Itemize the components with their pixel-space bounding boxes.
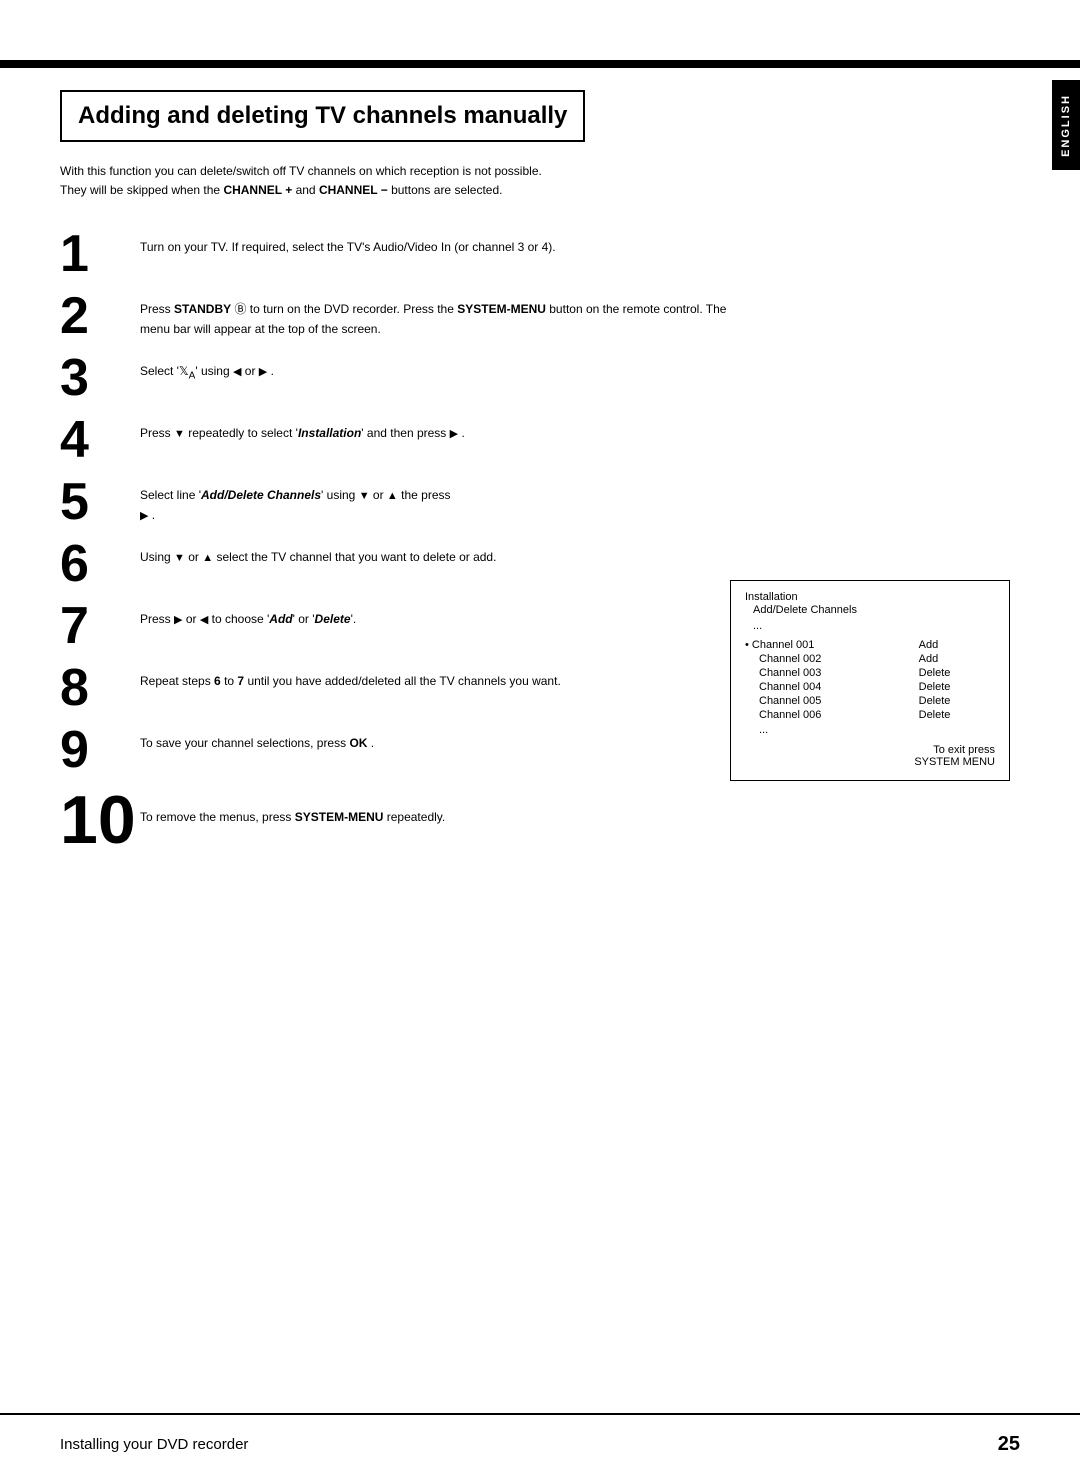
sm-dots2: ... xyxy=(745,724,995,736)
channel-name-6: Channel 006 xyxy=(745,708,917,722)
step-5: 5 Select line 'Add/Delete Channels' usin… xyxy=(60,476,1030,528)
sm-title: Installation xyxy=(745,591,995,603)
step-text-9: To save your channel selections, press O… xyxy=(140,724,740,753)
step-4: 4 Press ▼ repeatedly to select 'Installa… xyxy=(60,414,1030,466)
step-text-6: Using ▼ or ▲ select the TV channel that … xyxy=(140,538,740,568)
sm-subtitle: Add/Delete Channels xyxy=(745,604,995,616)
channel-name-3: Channel 003 xyxy=(745,666,917,680)
channel-row-1: Channel 001 Add xyxy=(745,638,995,652)
step-number-7: 7 xyxy=(60,600,140,652)
step-number-4: 4 xyxy=(60,414,140,466)
channel-action-3: Delete xyxy=(917,666,995,680)
step-text-1: Turn on your TV. If required, select the… xyxy=(140,228,740,257)
channel-row-2: Channel 002 Add xyxy=(745,652,995,666)
step-3: 3 Select '𝕏A' using ◀ or ▶ . xyxy=(60,352,1030,404)
step-text-7: Press ▶ or ◀ to choose 'Add' or 'Delete'… xyxy=(140,600,740,630)
step-text-8: Repeat steps 6 to 7 until you have added… xyxy=(140,662,740,691)
language-tab: ENGLISH xyxy=(1052,80,1080,170)
page-title-box: Adding and deleting TV channels manually xyxy=(60,90,585,142)
sm-exit-line1: To exit press xyxy=(745,744,995,756)
intro-text: With this function you can delete/switch… xyxy=(60,162,920,200)
step-number-3: 3 xyxy=(60,352,140,404)
page-title: Adding and deleting TV channels manually xyxy=(78,102,567,130)
channel-table: Channel 001 Add Channel 002 Add Channel … xyxy=(745,638,995,722)
footer: Installing your DVD recorder 25 xyxy=(0,1413,1080,1473)
step-number-1: 1 xyxy=(60,228,140,280)
language-label: ENGLISH xyxy=(1060,94,1072,157)
channel-name-1: Channel 001 xyxy=(745,638,917,652)
step-text-5: Select line 'Add/Delete Channels' using … xyxy=(140,476,740,525)
intro-line1: With this function you can delete/switch… xyxy=(60,164,542,178)
channel-name-4: Channel 004 xyxy=(745,680,917,694)
channel-action-1: Add xyxy=(917,638,995,652)
step-10: 10 To remove the menus, press SYSTEM-MEN… xyxy=(60,786,1030,854)
step-text-3: Select '𝕏A' using ◀ or ▶ . xyxy=(140,352,740,384)
channel-action-6: Delete xyxy=(917,708,995,722)
footer-right: 25 xyxy=(998,1433,1020,1456)
step-1: 1 Turn on your TV. If required, select t… xyxy=(60,228,1030,280)
channel-row-5: Channel 005 Delete xyxy=(745,694,995,708)
channel-row-4: Channel 004 Delete xyxy=(745,680,995,694)
step-2: 2 Press STANDBY Ⓑ to turn on the DVD rec… xyxy=(60,290,1030,342)
channel-name-2: Channel 002 xyxy=(745,652,917,666)
step-number-5: 5 xyxy=(60,476,140,528)
channel-row-3: Channel 003 Delete xyxy=(745,666,995,680)
channel-action-5: Delete xyxy=(917,694,995,708)
step-text-4: Press ▼ repeatedly to select 'Installati… xyxy=(140,414,740,444)
sm-exit-line2: SYSTEM MENU xyxy=(745,756,995,768)
channel-name-5: Channel 005 xyxy=(745,694,917,708)
step-number-2: 2 xyxy=(60,290,140,342)
step-text-10: To remove the menus, press SYSTEM-MENU r… xyxy=(140,786,740,827)
top-bar xyxy=(0,60,1080,68)
step-text-2: Press STANDBY Ⓑ to turn on the DVD recor… xyxy=(140,290,740,338)
channel-action-4: Delete xyxy=(917,680,995,694)
sm-dots1: ... xyxy=(745,620,995,632)
step-number-10: 10 xyxy=(60,786,140,854)
channel-row-6: Channel 006 Delete xyxy=(745,708,995,722)
sm-exit: To exit press SYSTEM MENU xyxy=(745,744,995,768)
footer-left: Installing your DVD recorder xyxy=(60,1436,248,1453)
channel-action-2: Add xyxy=(917,652,995,666)
step-number-9: 9 xyxy=(60,724,140,776)
step-number-8: 8 xyxy=(60,662,140,714)
step-number-6: 6 xyxy=(60,538,140,590)
screen-mockup: Installation Add/Delete Channels ... Cha… xyxy=(730,580,1010,781)
main-content: Adding and deleting TV channels manually… xyxy=(60,90,1030,1393)
